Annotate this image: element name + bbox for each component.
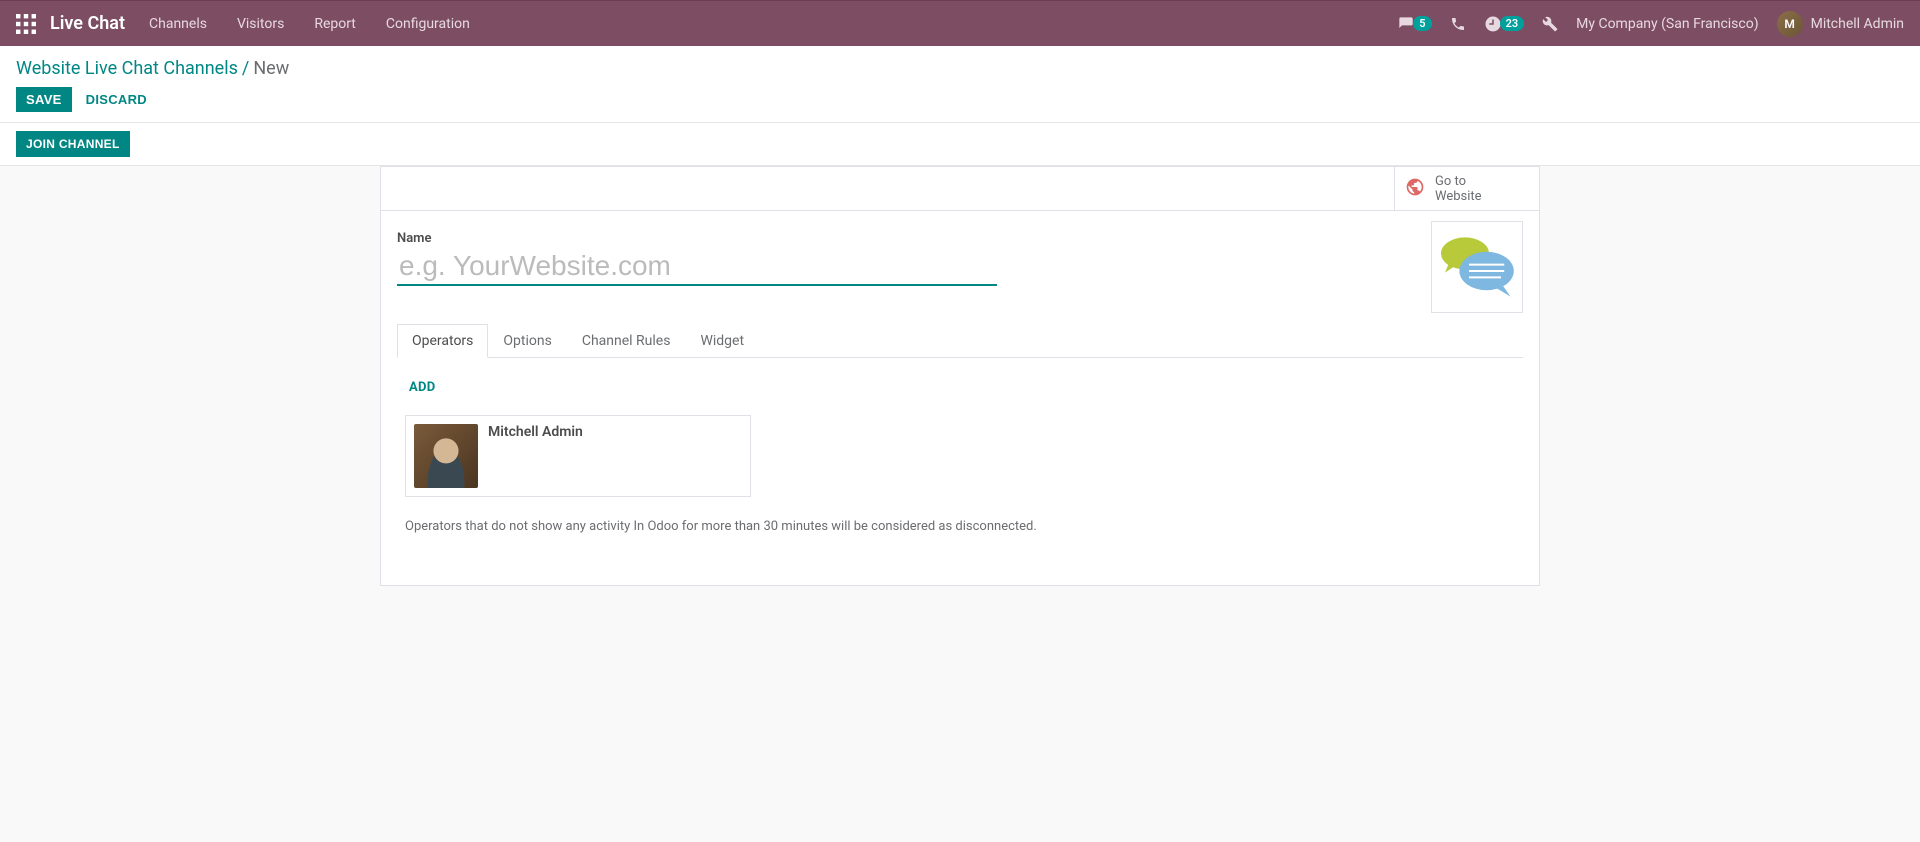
nav-menu: Channels Visitors Report Configuration [149, 16, 470, 32]
nav-visitors[interactable]: Visitors [237, 16, 284, 32]
globe-icon [1405, 177, 1425, 201]
company-switcher[interactable]: My Company (San Francisco) [1576, 16, 1758, 32]
messaging-badge: 5 [1413, 16, 1431, 31]
activities-badge: 23 [1500, 16, 1525, 31]
nav-report[interactable]: Report [314, 16, 356, 32]
operator-name: Mitchell Admin [488, 424, 583, 488]
stat-line1: Go to [1435, 174, 1482, 189]
name-input[interactable] [397, 248, 997, 286]
top-nav: Live Chat Channels Visitors Report Confi… [0, 0, 1920, 46]
user-avatar: M [1777, 11, 1803, 37]
nav-channels[interactable]: Channels [149, 16, 207, 32]
breadcrumb-sep: / [242, 58, 249, 79]
add-operator-button[interactable]: ADD [405, 374, 440, 401]
operators-help-text: Operators that do not show any activity … [405, 519, 1515, 534]
tabs: Operators Options Channel Rules Widget [397, 324, 1523, 358]
breadcrumb-parent[interactable]: Website Live Chat Channels [16, 58, 238, 79]
operator-avatar [414, 424, 478, 488]
save-button[interactable]: SAVE [16, 87, 72, 112]
messaging-menu[interactable]: 5 [1397, 16, 1431, 32]
form-sheet-bg: Go to Website Name Opera [0, 166, 1920, 610]
user-name: Mitchell Admin [1811, 16, 1904, 32]
stat-line2: Website [1435, 189, 1482, 204]
chat-bubbles-icon [1437, 229, 1517, 305]
form-body: Name Operators Options Channel Rules Wid… [381, 211, 1539, 574]
voip-icon[interactable] [1450, 16, 1466, 32]
tab-pane-operators: ADD Mitchell Admin Operators that do not… [397, 358, 1523, 550]
tab-channel-rules[interactable]: Channel Rules [567, 324, 686, 358]
form-sheet: Go to Website Name Opera [380, 166, 1540, 586]
clock-icon [1484, 15, 1502, 33]
channel-image[interactable] [1431, 221, 1523, 313]
cp-buttons: SAVE DISCARD [16, 87, 1904, 112]
tab-widget[interactable]: Widget [685, 324, 759, 358]
join-channel-button[interactable]: JOIN CHANNEL [16, 131, 130, 157]
debug-icon[interactable] [1542, 16, 1558, 32]
breadcrumb-current: New [253, 58, 289, 79]
operator-card[interactable]: Mitchell Admin [405, 415, 751, 497]
discard-button[interactable]: DISCARD [76, 87, 157, 112]
user-menu[interactable]: M Mitchell Admin [1777, 11, 1904, 37]
status-bar: JOIN CHANNEL [0, 123, 1920, 166]
nav-right: 5 23 My Company (San Francisco) M Mitche… [1397, 11, 1904, 37]
app-title[interactable]: Live Chat [50, 13, 125, 34]
tools-icon [1542, 16, 1558, 32]
phone-icon [1450, 16, 1466, 32]
tab-options[interactable]: Options [488, 324, 566, 358]
goto-website-button[interactable]: Go to Website [1394, 167, 1539, 210]
name-label: Name [397, 231, 1523, 246]
nav-configuration[interactable]: Configuration [386, 16, 470, 32]
control-panel: Website Live Chat Channels/New SAVE DISC… [0, 46, 1920, 123]
activities-menu[interactable]: 23 [1484, 15, 1525, 33]
breadcrumb: Website Live Chat Channels/New [16, 58, 1904, 79]
button-box: Go to Website [381, 167, 1539, 211]
stat-text: Go to Website [1435, 174, 1482, 204]
apps-icon[interactable] [16, 14, 36, 34]
tab-operators[interactable]: Operators [397, 324, 488, 358]
